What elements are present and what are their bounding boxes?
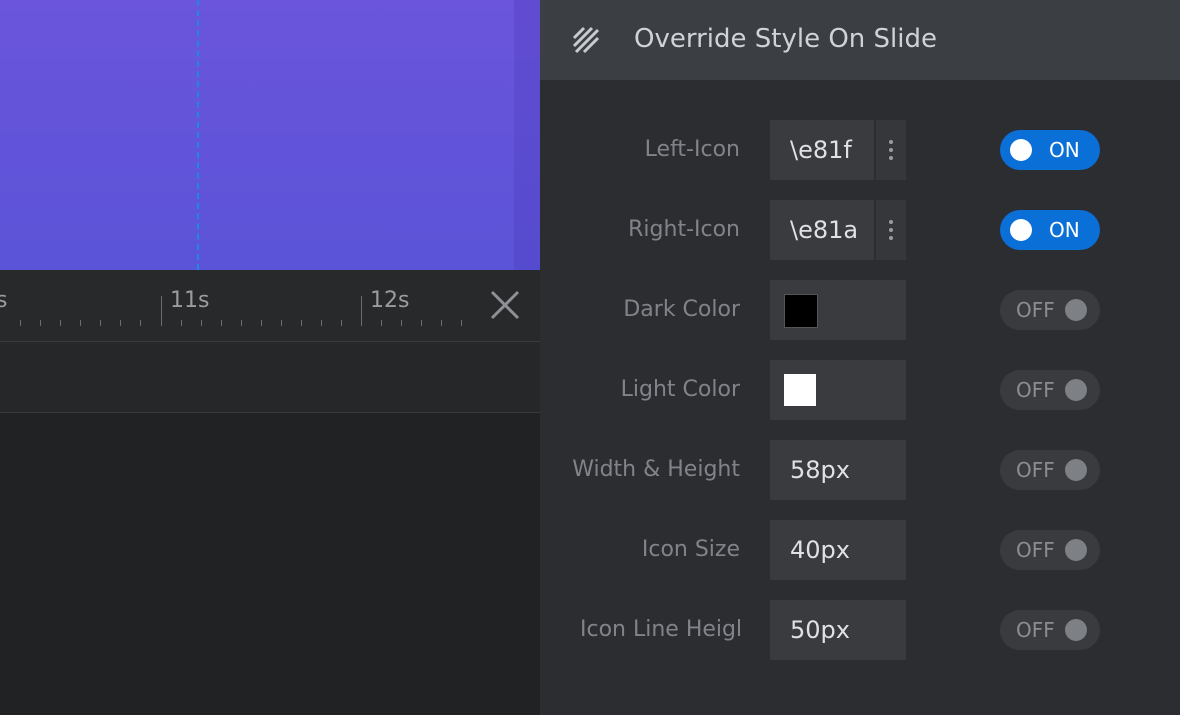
ruler-tick	[201, 320, 202, 326]
field-value: \e81a	[790, 216, 859, 244]
dark-color-toggle[interactable]: OFF	[1000, 290, 1100, 330]
ruler-tick	[301, 320, 302, 326]
canvas-edge	[514, 0, 540, 270]
row-icon-line-height: Icon Line Height 50px OFF	[540, 600, 1180, 660]
more-options-icon[interactable]	[876, 200, 906, 260]
field-value: 58px	[790, 456, 850, 484]
right-icon-toggle[interactable]: ON	[1000, 210, 1100, 250]
toggle-label: ON	[1049, 138, 1080, 162]
striped-style-icon	[572, 26, 600, 54]
ruler-tick	[441, 320, 442, 326]
icon-size-toggle[interactable]: OFF	[1000, 530, 1100, 570]
row-label: Left-Icon	[644, 137, 740, 162]
ruler-tick	[461, 320, 462, 326]
row-width-height: Width & Height 58px OFF	[540, 440, 1180, 500]
row-light-color: Light Color OFF	[540, 360, 1180, 420]
row-dark-color: Dark Color OFF	[540, 280, 1180, 340]
row-label: Icon Line Height	[580, 617, 740, 642]
ruler-tick	[321, 320, 322, 326]
toggle-label: OFF	[1016, 378, 1055, 402]
color-swatch[interactable]	[784, 374, 816, 406]
color-swatch[interactable]	[784, 294, 818, 328]
tick-label: 11s	[170, 288, 210, 313]
timeline-track[interactable]	[0, 342, 540, 413]
dark-color-field[interactable]	[770, 280, 906, 340]
light-color-field[interactable]	[770, 360, 906, 420]
light-color-toggle[interactable]: OFF	[1000, 370, 1100, 410]
toggle-knob	[1065, 299, 1087, 321]
panel-header: Override Style On Slide	[540, 0, 1180, 80]
toggle-knob	[1065, 619, 1087, 641]
ruler-tick	[40, 320, 41, 326]
settings-panel: Override Style On Slide Left-Icon \e81f …	[540, 0, 1180, 715]
toggle-knob	[1065, 459, 1087, 481]
toggle-label: OFF	[1016, 298, 1055, 322]
left-icon-field[interactable]: \e81f	[770, 120, 906, 180]
icon-size-input[interactable]: 40px	[770, 520, 906, 580]
toggle-label: OFF	[1016, 618, 1055, 642]
row-right-icon: Right-Icon \e81a ON	[540, 200, 1180, 260]
field-value: 40px	[790, 536, 850, 564]
toggle-knob	[1010, 219, 1032, 241]
toggle-label: OFF	[1016, 538, 1055, 562]
more-options-icon[interactable]	[876, 120, 906, 180]
row-label: Light Color	[620, 377, 740, 402]
ruler-tick	[20, 320, 21, 326]
toggle-knob	[1010, 139, 1032, 161]
ruler-tick	[100, 320, 101, 326]
field-value: \e81f	[790, 136, 852, 164]
ruler-tick	[241, 320, 242, 326]
ruler-tick	[281, 320, 282, 326]
left-icon-toggle[interactable]: ON	[1000, 130, 1100, 170]
row-label: Dark Color	[623, 297, 740, 322]
timeline-panel: s 11s 12s	[0, 270, 540, 715]
ruler-tick	[401, 320, 402, 326]
ruler-tick	[140, 320, 141, 326]
right-icon-field[interactable]: \e81a	[770, 200, 906, 260]
ruler-tick-major	[361, 296, 362, 326]
ruler-tick-major	[161, 296, 162, 326]
ruler-tick	[120, 320, 121, 326]
ruler-tick	[381, 320, 382, 326]
icon-line-height-toggle[interactable]: OFF	[1000, 610, 1100, 650]
ruler-tick	[261, 320, 262, 326]
panel-title: Override Style On Slide	[634, 24, 937, 54]
tick-label: s	[0, 288, 8, 313]
playhead-line[interactable]	[197, 0, 199, 270]
row-icon-size: Icon Size 40px OFF	[540, 520, 1180, 580]
ruler-tick	[80, 320, 81, 326]
close-icon[interactable]	[488, 288, 522, 322]
width-height-input[interactable]: 58px	[770, 440, 906, 500]
toggle-label: ON	[1049, 218, 1080, 242]
time-ruler[interactable]: s 11s 12s	[0, 270, 540, 342]
ruler-tick	[221, 320, 222, 326]
field-value: 50px	[790, 616, 850, 644]
toggle-knob	[1065, 379, 1087, 401]
toggle-knob	[1065, 539, 1087, 561]
ruler-tick	[181, 320, 182, 326]
ruler-tick	[421, 320, 422, 326]
row-left-icon: Left-Icon \e81f ON	[540, 120, 1180, 180]
ruler-tick	[60, 320, 61, 326]
row-label: Right-Icon	[628, 217, 740, 242]
tick-label: 12s	[370, 288, 410, 313]
icon-line-height-input[interactable]: 50px	[770, 600, 906, 660]
row-label: Width & Height	[572, 457, 740, 482]
slide-canvas[interactable]	[0, 0, 540, 270]
width-height-toggle[interactable]: OFF	[1000, 450, 1100, 490]
toggle-label: OFF	[1016, 458, 1055, 482]
ruler-tick	[341, 320, 342, 326]
row-label: Icon Size	[641, 537, 740, 562]
